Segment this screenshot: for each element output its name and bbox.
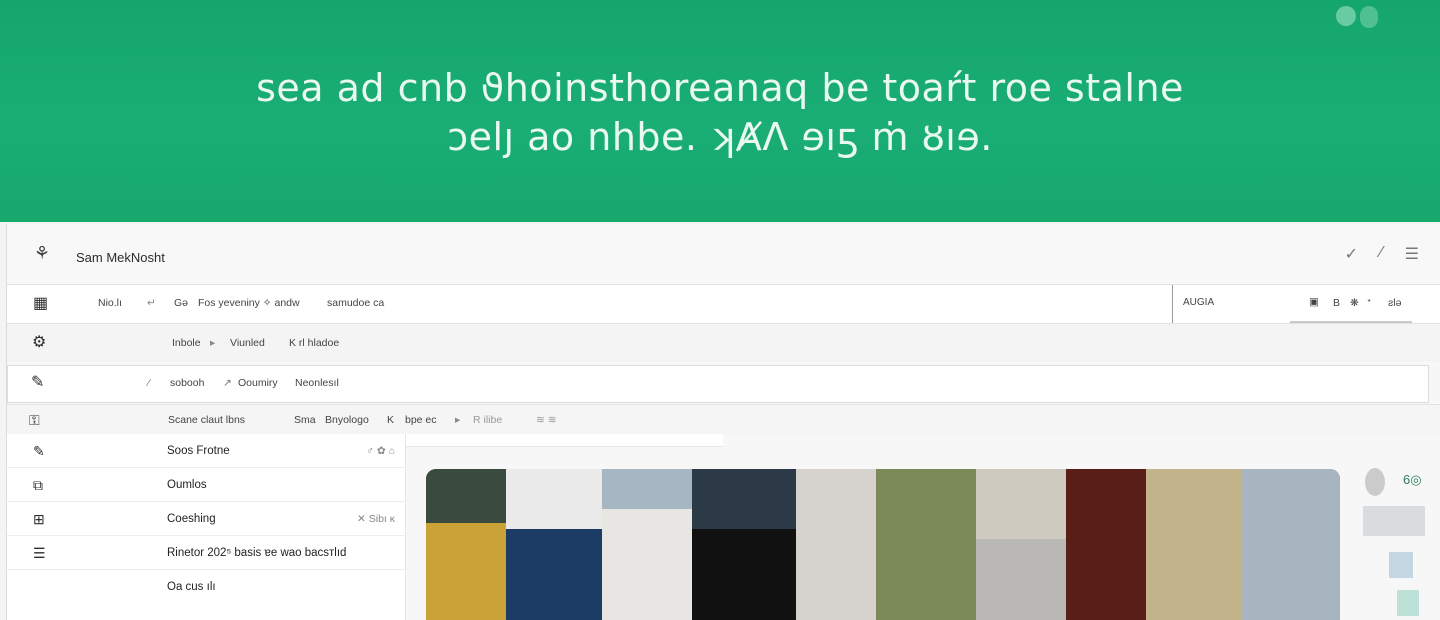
divider	[1172, 285, 1173, 323]
thumbnail[interactable]	[692, 469, 796, 529]
minimize-icon[interactable]: ⁄	[1380, 244, 1383, 264]
notification-icon[interactable]	[1360, 6, 1378, 28]
key-icon[interactable]: ⚿	[29, 412, 40, 428]
plant-logo-icon: ⚘	[33, 243, 51, 263]
list-item-label: Rinetor 202⁵ basis ɐe wao bacsᴛlıd	[167, 547, 347, 559]
toolbar-row-1: ▦ Nio.lı ↵ Gə Fos yeveniny ✧ andw samudo…	[7, 284, 1440, 324]
toolbar-row-2: ⚙ Inbole ▸ Viunled K rl hladoe	[7, 323, 1440, 362]
thumbnail[interactable]	[1242, 469, 1340, 620]
thumbnail[interactable]	[1363, 506, 1425, 536]
plus-icon[interactable]: ᐩ	[1367, 297, 1371, 309]
row2-caret-icon: ▸	[210, 337, 216, 349]
side-panel: 6◎	[1357, 464, 1440, 620]
bold-icon[interactable]: B	[1333, 297, 1340, 309]
row1-right-text[interactable]: ƨlə	[1388, 297, 1401, 309]
list-item[interactable]: Oa cus ılı	[7, 570, 405, 603]
list-item-label: Oumlos	[167, 479, 207, 491]
list-item-meta: ✕ Sibı ᴋ	[357, 513, 395, 525]
hero-banner: sea ad cnb ϑhoinsthoreanaq be toaŕt roe …	[0, 0, 1440, 222]
thumbnail[interactable]	[426, 469, 506, 523]
thumbnail[interactable]	[426, 523, 506, 620]
row4-item-3[interactable]: K	[387, 414, 394, 426]
row1-item-1[interactable]: Nio.lı	[98, 297, 122, 309]
info-icon[interactable]: 6◎	[1403, 472, 1422, 488]
file-list: ✎ Soos Frotne ♂ ✿ ⌂ ⧉ Oumlos ⊞ Coeshing …	[7, 434, 406, 620]
thumbnail[interactable]	[602, 509, 692, 620]
row1-item-3[interactable]: Fos yeveniny ✧ andw	[198, 297, 300, 309]
list-icon: ☰	[33, 545, 46, 561]
thumbnail[interactable]	[976, 469, 1066, 539]
search-row: ✎ ⁄ sobooh ↗ Ooumiry Neonlesıl	[7, 365, 1429, 403]
panel-header-strip	[405, 434, 723, 447]
list-item-label: Soos Frotne	[167, 445, 230, 457]
row3-item-2[interactable]: Ooumiry	[238, 377, 278, 389]
row4-item-2[interactable]: Bnyologo	[325, 414, 369, 426]
search-sep-icon: ↗	[223, 377, 232, 389]
row1-right-label[interactable]: AUGIA	[1183, 297, 1214, 308]
list-item-meta: ♂ ✿ ⌂	[366, 445, 395, 457]
row2-item-1[interactable]: Inbole	[172, 337, 201, 349]
window-controls: ✓ ⁄ ☰	[1345, 244, 1419, 264]
thumbnail[interactable]	[506, 529, 602, 620]
thumbnail[interactable]	[506, 469, 602, 529]
list-item-label: Oa cus ılı	[167, 581, 216, 593]
thumbnail[interactable]	[1066, 469, 1146, 620]
avatar[interactable]	[1365, 468, 1385, 496]
row1-item-2[interactable]: Gə	[174, 297, 188, 309]
app-window: ⚘ Sam MekNosht ✓ ⁄ ☰ ▦ Nio.lı ↵ Gə Fos y…	[6, 224, 1440, 620]
search-caret-icon: ⁄	[148, 377, 150, 389]
copy-icon: ⧉	[33, 477, 43, 493]
hero-subheadline: ɔelȷ ao nhbe. ʞȺɅ ɘıƽ ṁ ȣıɘ.	[447, 115, 993, 159]
menu-icon[interactable]: ☰	[1405, 244, 1419, 264]
list-item-label: Coeshing	[167, 513, 216, 525]
thumbnail[interactable]	[692, 529, 796, 620]
thumbnail[interactable]	[1397, 590, 1419, 616]
avatar-icon[interactable]	[1336, 6, 1356, 26]
row2-item-3[interactable]: K rl hladoe	[289, 337, 339, 349]
row4-item-1[interactable]: Sma	[294, 414, 316, 426]
check-icon[interactable]: ✓	[1345, 244, 1358, 264]
row1-item-4[interactable]: samudoe ca	[327, 297, 384, 309]
thumbnail[interactable]	[796, 469, 876, 620]
thumbnail[interactable]	[602, 469, 692, 509]
row3-item-1[interactable]: sobooh	[170, 377, 204, 389]
row2-item-2[interactable]: Viunled	[230, 337, 265, 349]
app-title: Sam MekNosht	[76, 250, 165, 265]
edit-icon: ✎	[33, 443, 45, 459]
square-icon[interactable]: ▣	[1309, 296, 1319, 308]
list-item[interactable]: ⊞ Coeshing ✕ Sibı ᴋ	[7, 502, 405, 536]
row4-item-5: ▸	[455, 414, 461, 426]
list-item[interactable]: ☰ Rinetor 202⁵ basis ɐe wao bacsᴛlıd	[7, 536, 405, 570]
thumbnail[interactable]	[876, 469, 976, 620]
hero-headline: sea ad cnb ϑhoinsthoreanaq be toaŕt roe …	[256, 66, 1184, 110]
list-item[interactable]: ⧉ Oumlos	[7, 468, 405, 502]
row4-item-4[interactable]: bpe ec	[405, 414, 437, 426]
row3-item-3[interactable]: Neonlesıl	[295, 377, 339, 389]
grid-icon: ⊞	[33, 511, 45, 527]
hero-icons	[1336, 6, 1378, 28]
filter-row: ⚿ Sсane claut lbns Sma Bnyologo K bpe ec…	[7, 404, 1440, 435]
row4-left-label[interactable]: Sсane claut lbns	[168, 414, 245, 426]
row4-item-7[interactable]: ≋ ≋	[536, 414, 557, 426]
print-icon[interactable]: ▦	[33, 296, 48, 312]
arrow-icon: ↵	[147, 297, 156, 309]
star-icon[interactable]: ❋	[1350, 297, 1359, 309]
pen-icon[interactable]: ✎	[31, 375, 44, 391]
row4-item-6[interactable]: R ilibe	[473, 414, 502, 426]
thumbnail[interactable]	[1389, 552, 1413, 578]
title-bar: ⚘ Sam MekNosht ✓ ⁄ ☰	[7, 224, 1440, 284]
thumbnail[interactable]	[1146, 469, 1242, 620]
thumbnail[interactable]	[976, 539, 1066, 620]
gear-icon[interactable]: ⚙	[32, 335, 46, 351]
image-gallery[interactable]	[426, 469, 1340, 620]
list-item[interactable]: ✎ Soos Frotne ♂ ✿ ⌂	[7, 434, 405, 468]
